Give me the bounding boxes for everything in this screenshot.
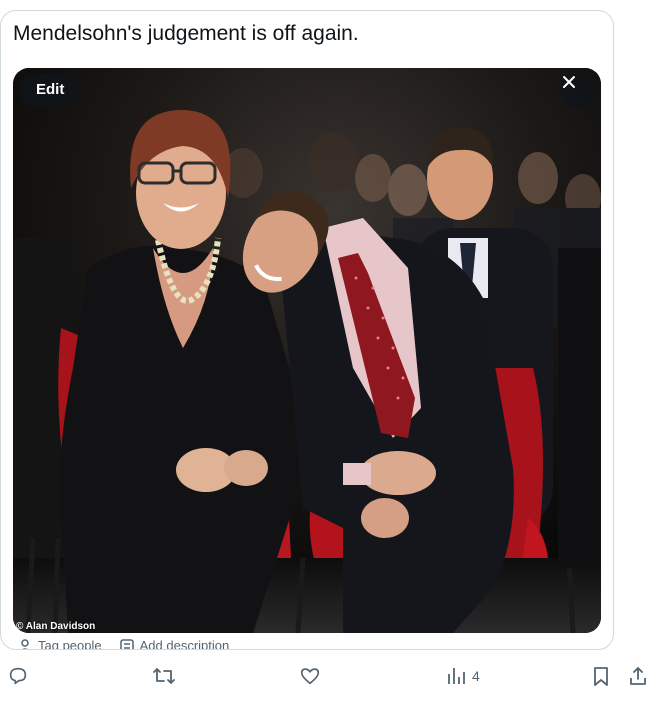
media-meta-row: Tag people Add description bbox=[18, 639, 230, 650]
retweet-button[interactable] bbox=[152, 665, 176, 687]
reply-icon bbox=[9, 667, 27, 685]
reply-button[interactable] bbox=[7, 665, 29, 687]
bookmark-button[interactable] bbox=[591, 665, 611, 687]
description-icon bbox=[119, 639, 134, 649]
tweet-composer: Mendelsohn's judgement is off again. Edi… bbox=[0, 10, 614, 650]
views-count: 4 bbox=[472, 668, 480, 684]
tweet-actions-bar: 4 bbox=[0, 663, 652, 693]
views-button[interactable]: 4 bbox=[446, 665, 480, 687]
tag-people-label: Tag people bbox=[38, 639, 102, 650]
share-icon bbox=[630, 667, 646, 685]
remove-media-button[interactable] bbox=[561, 74, 595, 108]
like-button[interactable] bbox=[299, 665, 321, 687]
views-icon bbox=[448, 668, 465, 684]
photo-credit: © Alan Davidson bbox=[16, 621, 96, 632]
media-preview: Edit © Alan Davidson bbox=[13, 68, 601, 633]
photo-image bbox=[13, 68, 601, 633]
person-icon bbox=[21, 639, 29, 649]
retweet-icon bbox=[153, 668, 175, 684]
close-icon bbox=[563, 76, 575, 88]
edit-media-button[interactable]: Edit bbox=[19, 74, 82, 106]
add-description-label: Add description bbox=[139, 639, 230, 650]
add-description-link[interactable]: Add description bbox=[119, 639, 230, 650]
bookmark-icon bbox=[594, 667, 608, 686]
tag-people-link[interactable]: Tag people bbox=[18, 639, 102, 650]
like-icon bbox=[300, 668, 320, 685]
share-button[interactable] bbox=[628, 665, 648, 687]
tweet-text[interactable]: Mendelsohn's judgement is off again. bbox=[13, 21, 359, 47]
